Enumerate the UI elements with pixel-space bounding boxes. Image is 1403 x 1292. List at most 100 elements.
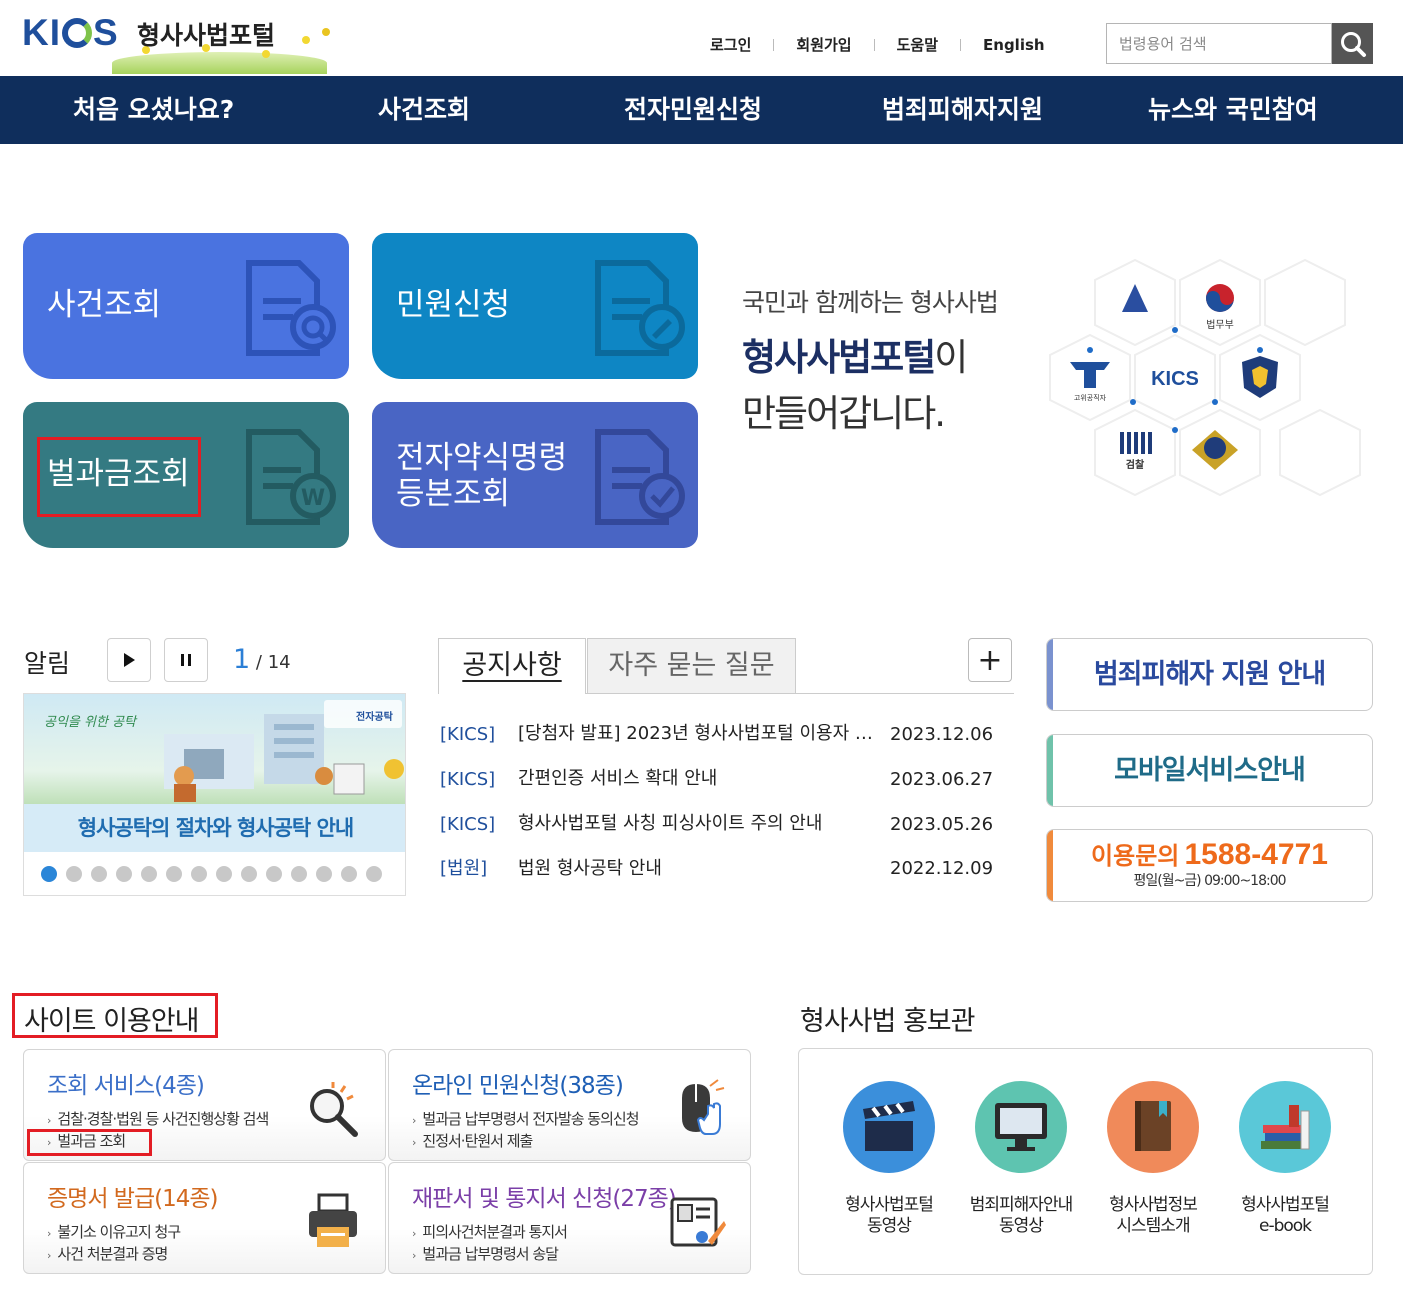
kics-logo-text: KI S [22, 12, 119, 53]
alert-banner[interactable]: 공익을 위한 공탁 전자공탁 형사공탁의 절차와 형사공탁 안내 [23, 693, 406, 896]
tile-case-inquiry[interactable]: 사건조회 [23, 233, 349, 379]
slide-dot[interactable] [241, 866, 257, 882]
guide-item[interactable]: 진정서·탄원서 제출 [412, 1130, 533, 1151]
search-box [1106, 23, 1373, 64]
tile-label: 전자약식명령 [396, 440, 568, 476]
slide-dot[interactable] [291, 866, 307, 882]
clapperboard-icon [843, 1081, 935, 1173]
main-navigation: 처음 오셨나요? 사건조회 전자민원신청 범죄피해자지원 뉴스와 국민참여 [0, 76, 1403, 144]
pause-icon [181, 654, 191, 666]
search-button[interactable] [1332, 23, 1373, 64]
notice-row[interactable]: [법원] 법원 형사공탁 안내 2022.12.09 [440, 854, 993, 880]
alert-title: 알림 [24, 649, 71, 678]
tile-label: 민원신청 [396, 287, 511, 323]
guide-card-ruling-notice[interactable]: 재판서 및 통지서 신청(27종) 피의사건처분결과 통지서 벌과금 납부명령서… [388, 1162, 751, 1274]
nav-victim-support[interactable]: 범죄피해자지원 [882, 76, 1043, 144]
printer-icon [309, 1193, 357, 1247]
guide-item[interactable]: 벌과금 납부명령서 전자발송 동의신청 [412, 1108, 639, 1129]
svg-text:검찰: 검찰 [1126, 458, 1145, 471]
document-edit-icon [595, 260, 685, 356]
notice-row[interactable]: [KICS] 간편인증 서비스 확대 안내 2023.06.27 [440, 764, 993, 790]
nav-e-petition[interactable]: 전자민원신청 [624, 76, 762, 144]
id-card-icon [670, 1197, 726, 1247]
agency-hexagon-graphic: 법무부 고위공직자 KICS 검찰 [1049, 258, 1361, 497]
slide-dot[interactable] [166, 866, 182, 882]
document-won-icon: W [246, 429, 336, 525]
promo-ebook[interactable]: 형사사법포털 e-book [1220, 1081, 1350, 1237]
plus-icon: + [977, 642, 1003, 678]
site-logo[interactable]: KI S 형사사법포털 [22, 8, 342, 76]
hero-sub: 국민과 함께하는 형사사법 [742, 288, 999, 317]
inquiry-box: 이용문의 1588-4771 평일(월~금) 09:00~18:00 [1046, 829, 1373, 902]
tile-petition[interactable]: 민원신청 [372, 233, 698, 379]
nav-case-inquiry[interactable]: 사건조회 [378, 76, 470, 144]
svg-text:전자공탁: 전자공탁 [356, 710, 394, 723]
svg-text:공익을 위한 공탁: 공익을 위한 공탁 [44, 715, 138, 730]
promo-video[interactable]: 형사사법포털 동영상 [824, 1081, 954, 1237]
nav-first-visit[interactable]: 처음 오셨나요? [73, 76, 234, 144]
mouse-icon [682, 1079, 725, 1135]
highlight-box [37, 437, 201, 517]
play-button[interactable] [107, 638, 151, 682]
guide-item[interactable]: 불기소 이유고지 청구 [47, 1221, 181, 1242]
document-check-icon [595, 429, 685, 525]
slide-dot[interactable] [316, 866, 332, 882]
guide-item[interactable]: 사건 처분결과 증명 [47, 1243, 168, 1264]
slide-pager: 1 / 14 [233, 644, 291, 675]
notice-row[interactable]: [KICS][당첨자 발표] 2023년 형사사법포털 이용자 만족도 조사20… [440, 719, 993, 745]
banner-caption: 형사공탁의 절차와 형사공탁 안내 [24, 804, 405, 852]
slide-dot[interactable] [366, 866, 382, 882]
pause-button[interactable] [164, 638, 208, 682]
inquiry-hours: 평일(월~금) 09:00~18:00 [1133, 873, 1286, 889]
utility-nav: 로그인 회원가입 도움말 English [710, 34, 1045, 55]
login-link[interactable]: 로그인 [710, 34, 751, 55]
more-button[interactable]: + [968, 638, 1012, 682]
promo-box: 형사사법포털 동영상 범죄피해자안내 동영상 형사사법정보 시스템소개 형사사법포털 e… [798, 1048, 1373, 1275]
svg-text:법무부: 법무부 [1206, 319, 1234, 331]
help-link[interactable]: 도움말 [897, 34, 938, 55]
tab-notice[interactable]: 공지사항 [438, 638, 586, 694]
guide-item[interactable]: 피의사건처분결과 통지서 [412, 1221, 568, 1242]
hero-main2: 만들어갑니다. [742, 392, 946, 435]
notice-row[interactable]: [KICS] 형사사법포털 사칭 피싱사이트 주의 안내 2023.05.26 [440, 809, 993, 835]
book-icon [1107, 1081, 1199, 1173]
slide-dot[interactable] [66, 866, 82, 882]
mobile-service-button[interactable]: 모바일서비스안내 [1046, 734, 1373, 807]
victim-support-button[interactable]: 범죄피해자 지원 안내 [1046, 638, 1373, 711]
highlight-box [27, 1129, 152, 1156]
promo-victim-video[interactable]: 범죄피해자안내 동영상 [956, 1081, 1086, 1237]
slide-dot[interactable] [216, 866, 232, 882]
guide-card-online-petition[interactable]: 온라인 민원신청(38종) 벌과금 납부명령서 전자발송 동의신청 진정서·탄원… [388, 1049, 751, 1161]
site-title: 형사사법포털 [137, 21, 276, 50]
slide-dots [41, 866, 391, 882]
english-link[interactable]: English [983, 36, 1045, 54]
highlight-box [12, 993, 218, 1038]
slide-dot[interactable] [191, 866, 207, 882]
hero-main: 형사사법포털이 [742, 336, 968, 379]
tile-summary-order[interactable]: 전자약식명령 등본조회 [372, 402, 698, 548]
magnifier-icon [310, 1082, 358, 1137]
slide-dot[interactable] [91, 866, 107, 882]
guide-card-certificate[interactable]: 증명서 발급(14종) 불기소 이유고지 청구 사건 처분결과 증명 [23, 1162, 386, 1274]
slide-dot[interactable] [41, 866, 57, 882]
tab-faq[interactable]: 자주 묻는 질문 [587, 638, 796, 694]
guide-item[interactable]: 벌과금 납부명령서 송달 [412, 1243, 559, 1264]
promo-title: 형사사법 홍보관 [800, 1006, 975, 1037]
svg-text:KICS: KICS [1151, 368, 1199, 390]
nav-news-participation[interactable]: 뉴스와 국민참여 [1148, 76, 1318, 144]
slide-dot[interactable] [266, 866, 282, 882]
signup-link[interactable]: 회원가입 [796, 34, 851, 55]
monitor-icon [975, 1081, 1067, 1173]
slide-dot[interactable] [341, 866, 357, 882]
slide-dot[interactable] [116, 866, 132, 882]
slide-dot[interactable] [141, 866, 157, 882]
guide-item[interactable]: 검찰·경찰·법원 등 사건진행상황 검색 [47, 1108, 269, 1129]
search-input[interactable] [1106, 23, 1332, 64]
svg-text:W: W [301, 486, 325, 511]
promo-system-intro[interactable]: 형사사법정보 시스템소개 [1088, 1081, 1218, 1237]
hero-slogan: 국민과 함께하는 형사사법 형사사법포털이 만들어갑니다. [742, 283, 999, 437]
svg-text:고위공직자: 고위공직자 [1074, 393, 1107, 402]
inquiry-label: 이용문의 [1091, 842, 1180, 870]
tile-label: 사건조회 [47, 287, 162, 323]
search-icon [1340, 31, 1366, 57]
